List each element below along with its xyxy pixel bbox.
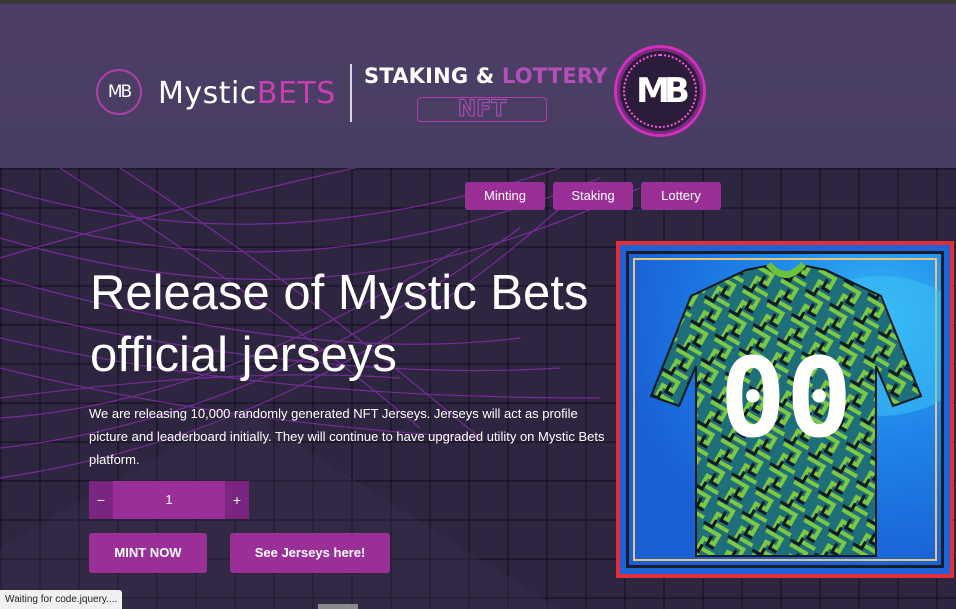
brand-name[interactable]: MysticBETS — [158, 76, 336, 111]
mb-badge-logo-icon: MB — [614, 45, 706, 137]
jersey-number: 00 — [720, 334, 852, 462]
nav-minting-button[interactable]: Minting — [465, 182, 545, 210]
quantity-stepper: − 1 + — [89, 481, 249, 519]
staking-lottery-title: STAKING & LOTTERY — [364, 64, 608, 88]
see-jerseys-button[interactable]: See Jerseys here! — [230, 533, 390, 573]
brand-name-white: Mystic — [158, 76, 257, 111]
jersey-shirt-graphic: 00 — [649, 262, 941, 557]
mystic-bets-logo-icon[interactable]: MB — [96, 69, 142, 115]
quantity-increase-button[interactable]: + — [225, 481, 249, 519]
nft-label-box: NFT — [417, 97, 547, 122]
quantity-decrease-button[interactable]: − — [89, 481, 113, 519]
mint-now-button[interactable]: MINT NOW — [89, 533, 207, 573]
staking-title-pink: LOTTERY — [501, 64, 608, 88]
quantity-input[interactable]: 1 — [113, 481, 225, 519]
hero-description: We are releasing 10,000 randomly generat… — [89, 406, 605, 467]
staking-title-white: STAKING & — [364, 64, 502, 88]
nav-lottery-button[interactable]: Lottery — [641, 182, 721, 210]
jersey-image-frame: 00 — [616, 241, 954, 578]
hero-headline: Release of Mystic Bets official jerseys — [90, 266, 589, 382]
horizontal-scrollbar-thumb[interactable] — [318, 604, 358, 609]
brand-name-pink: BETS — [256, 76, 336, 111]
site-header: MB MysticBETS STAKING & LOTTERY NFT MB — [0, 4, 956, 168]
big-logo-text: MB — [636, 71, 690, 111]
nav-staking-button[interactable]: Staking — [553, 182, 633, 210]
header-divider — [350, 64, 352, 122]
browser-status-bar: Waiting for code.jquery.... — [0, 590, 123, 609]
logo-small-text: MB — [107, 82, 132, 102]
jersey-image: 00 — [626, 251, 944, 568]
